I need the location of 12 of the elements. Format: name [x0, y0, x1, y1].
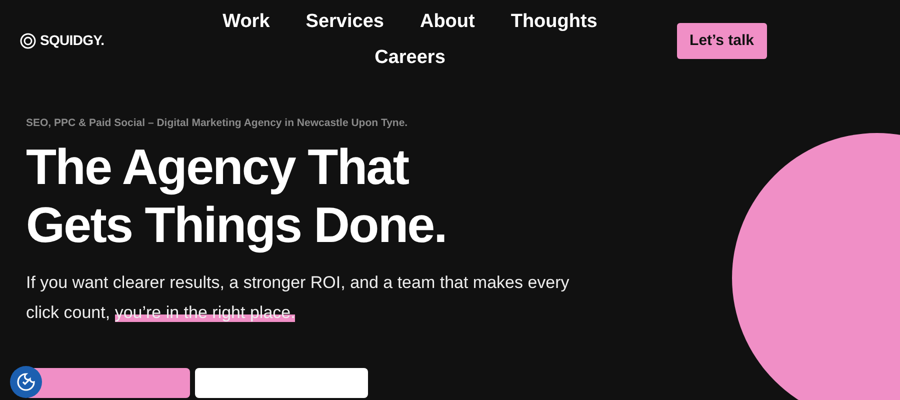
cookie-settings-button[interactable] — [10, 366, 42, 398]
nav-link[interactable]: Work — [222, 10, 270, 34]
lets-talk-button[interactable]: Let’s talk — [676, 23, 767, 59]
hero-title: The Agency That Gets Things Done. — [26, 138, 448, 254]
logo-text: SQUIDGY. — [40, 31, 104, 50]
logo-icon — [20, 32, 36, 48]
nav-link[interactable]: Thoughts — [510, 10, 598, 34]
cookie-icon — [16, 372, 36, 392]
eyebrow-text: SEO, PPC & Paid Social – Digital Marketing Agency in Newcastle Upon Tyne. — [26, 116, 409, 131]
nav-link[interactable]: Careers — [374, 46, 446, 70]
nav-link[interactable]: Services — [306, 10, 384, 34]
nav-link[interactable]: About — [420, 10, 475, 34]
